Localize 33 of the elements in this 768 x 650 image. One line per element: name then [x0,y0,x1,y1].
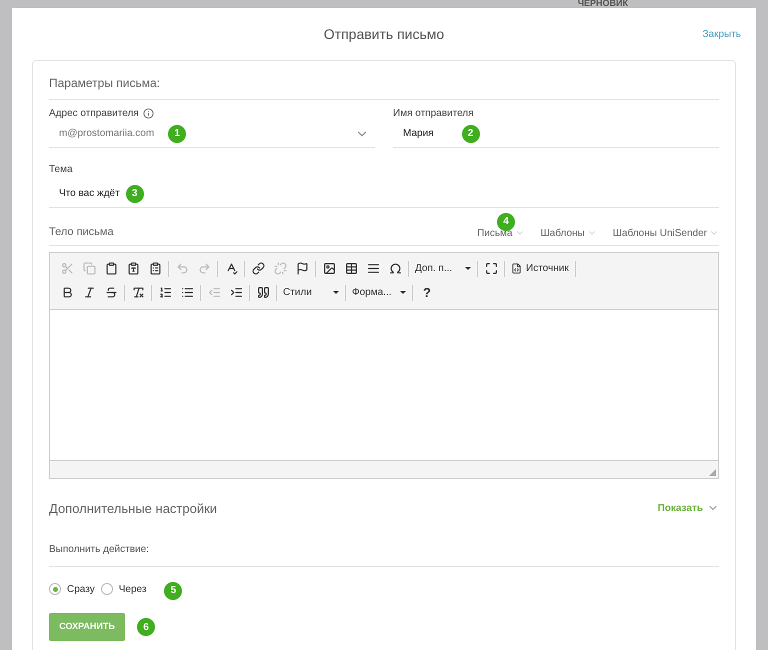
field-label: Выполнить действие: [49,544,149,555]
source-button[interactable]: Источник [507,261,573,276]
styles-dropdown[interactable]: Стили [279,285,343,300]
number-badge: 4 [497,212,515,230]
radio-option[interactable]: Сразу [49,582,95,596]
field-label: Адрес отправителя [49,106,139,120]
document-icon [511,263,522,274]
field-label: Тема [49,164,73,175]
body-label: Тело письма [49,225,114,240]
number-badge: 3 [126,184,144,202]
help-button[interactable]: ? [415,282,439,302]
info-icon [142,108,154,118]
radio-option[interactable]: Через [100,582,146,596]
sender-name-field[interactable]: Мария [403,126,434,141]
status-label: ЧЕРНОВИК [578,0,628,8]
number-badge: 1 [168,124,186,142]
sender-address-select[interactable]: m@prostomariia.com 1 [49,120,375,148]
section-heading: Параметры письма: [49,76,160,90]
dialog-title: Отправить письмо [324,24,444,44]
number-badge: 6 [137,618,155,636]
subject-field[interactable]: Что вас ждёт [59,186,120,201]
resize-grip-icon[interactable] [709,468,716,476]
caret-icon [465,267,471,270]
caret-icon [333,291,339,294]
caret-icon [400,291,406,294]
number-badge: 5 [164,582,182,600]
template-menu[interactable]: Шаблоны UniSender [612,226,719,240]
more-dropdown[interactable]: Доп. п... [411,261,475,276]
template-menu[interactable]: Шаблоны [540,226,597,240]
format-dropdown[interactable]: Форма... [348,285,410,300]
number-badge: 2 [462,124,480,142]
field-label: Имя отправителя [393,106,474,120]
section-heading: Дополнительные настройки [49,500,218,518]
